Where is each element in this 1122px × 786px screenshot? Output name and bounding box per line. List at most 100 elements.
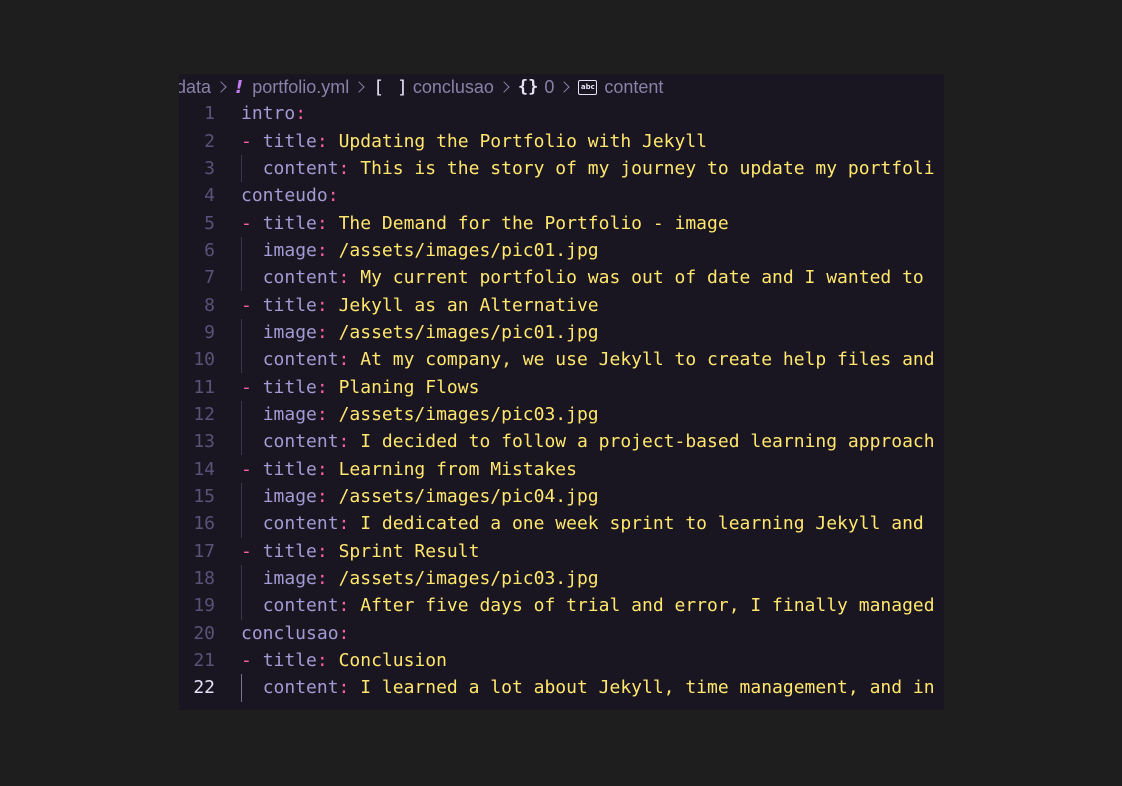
line-number: 4 xyxy=(204,185,215,207)
breadcrumb-item-index[interactable]: {} 0 xyxy=(518,77,555,98)
list-dash: - xyxy=(241,650,263,672)
code-text: image: /assets/images/pic01.jpg xyxy=(241,240,599,261)
code-line[interactable]: 22 content: I learned a lot about Jekyll… xyxy=(179,674,944,702)
line-number: 21 xyxy=(193,650,215,672)
code-text: - title: Jekyll as an Alternative xyxy=(241,295,599,316)
breadcrumb-item-file[interactable]: ! portfolio.yml xyxy=(235,77,349,98)
code-text: conclusao: xyxy=(241,623,349,644)
code-line[interactable]: 15 image: /assets/images/pic04.jpg xyxy=(179,482,944,511)
breadcrumb-label: portfolio.yml xyxy=(252,76,350,97)
code-line[interactable]: 13 content: I decided to follow a projec… xyxy=(179,428,944,456)
yaml-colon: : xyxy=(316,458,339,480)
yaml-value: Sprint Result xyxy=(338,540,480,562)
code-line[interactable]: 8 - title: Jekyll as an Alternative xyxy=(179,291,944,318)
code-text: content: I dedicated a one week sprint t… xyxy=(241,513,924,534)
yaml-key: title xyxy=(262,540,317,562)
code-text: - title: Conclusion xyxy=(241,650,447,671)
yaml-key: content xyxy=(262,677,339,699)
chevron-right-icon xyxy=(353,81,365,93)
yaml-value: The Demand for the Portfolio - image xyxy=(338,212,729,234)
line-number: 3 xyxy=(204,157,215,179)
code-line[interactable]: 9 image: /assets/images/pic01.jpg xyxy=(179,318,944,347)
yaml-colon: : xyxy=(316,239,339,261)
line-number: 13 xyxy=(193,431,215,453)
list-dash xyxy=(241,240,263,261)
breadcrumb: data ! portfolio.yml [ ] conclusao {} 0 … xyxy=(179,74,944,100)
breadcrumb-item-content[interactable]: abc content xyxy=(578,77,663,98)
yaml-key: image xyxy=(262,321,317,343)
code-line[interactable]: 7 content: My current portfolio was out … xyxy=(179,264,944,292)
list-dash xyxy=(241,322,263,343)
code-line[interactable]: 3 content: This is the story of my journ… xyxy=(179,154,944,183)
indent-guide xyxy=(241,428,242,456)
yaml-colon: : xyxy=(316,568,339,590)
code-line[interactable]: 4 conteudo: xyxy=(179,182,944,209)
code-line[interactable]: 16 content: I dedicated a one week sprin… xyxy=(179,510,944,538)
code-line[interactable]: 20 conclusao: xyxy=(179,620,944,647)
list-dash xyxy=(241,431,263,452)
code-line[interactable]: 19 content: After five days of trial and… xyxy=(179,592,944,620)
list-dash: - xyxy=(241,212,263,234)
yaml-value: I decided to follow a project-based lear… xyxy=(360,431,935,453)
code-line[interactable]: 11 - title: Planing Flows xyxy=(179,373,944,400)
yaml-value: /assets/images/pic01.jpg xyxy=(338,239,599,261)
yaml-value: I dedicated a one week sprint to learnin… xyxy=(360,513,924,535)
indent-guide xyxy=(241,592,242,620)
yaml-key: content xyxy=(262,267,339,289)
line-number: 18 xyxy=(193,568,215,590)
code-text: content: My current portfolio was out of… xyxy=(241,267,924,288)
indent-guide xyxy=(241,510,242,538)
yaml-key: title xyxy=(262,212,317,234)
list-dash xyxy=(241,595,263,616)
code-line[interactable]: 17 - title: Sprint Result xyxy=(179,538,944,565)
code-line[interactable]: 1 intro: xyxy=(179,100,944,127)
yaml-colon: : xyxy=(338,595,361,617)
list-dash xyxy=(241,158,263,179)
indent-guide xyxy=(241,264,242,292)
code-line[interactable]: 2 - title: Updating the Portfolio with Je… xyxy=(179,127,944,154)
yaml-key: content xyxy=(262,431,339,453)
code-line[interactable]: 14 - title: Learning from Mistakes xyxy=(179,455,944,482)
code-line[interactable]: 5 - title: The Demand for the Portfolio -… xyxy=(179,209,944,236)
code-line[interactable]: 21 - title: Conclusion xyxy=(179,647,944,674)
list-dash: - xyxy=(241,458,263,480)
code-text: image: /assets/images/pic03.jpg xyxy=(241,568,599,589)
indent-guide xyxy=(241,318,242,347)
line-number: 15 xyxy=(193,485,215,507)
code-lines[interactable]: 1 intro: 2 - title: Updating the Portfolio … xyxy=(179,100,944,702)
line-number: 5 xyxy=(204,212,215,234)
yaml-colon: : xyxy=(295,103,307,125)
line-number: 16 xyxy=(193,513,215,535)
line-number: 11 xyxy=(193,376,215,398)
code-line[interactable]: 18 image: /assets/images/pic03.jpg xyxy=(179,564,944,593)
line-number: 22 xyxy=(193,677,215,699)
yaml-key: title xyxy=(262,458,317,480)
yaml-key: title xyxy=(262,650,317,672)
list-dash: - xyxy=(241,294,263,316)
code-line[interactable]: 6 image: /assets/images/pic01.jpg xyxy=(179,236,944,265)
line-number: 14 xyxy=(193,458,215,480)
yaml-key: image xyxy=(262,568,317,590)
list-dash xyxy=(241,404,263,425)
array-brackets-icon: [ ] xyxy=(373,76,409,98)
indent-guide xyxy=(241,346,242,374)
yaml-value: Planing Flows xyxy=(338,376,480,398)
code-editor[interactable]: data ! portfolio.yml [ ] conclusao {} 0 … xyxy=(179,74,944,710)
yaml-value: Updating the Portfolio with Jekyll xyxy=(338,130,708,152)
yaml-key: conclusao xyxy=(241,622,339,644)
yaml-value: /assets/images/pic01.jpg xyxy=(338,321,599,343)
line-number: 7 xyxy=(204,267,215,289)
code-text: - title: Learning from Mistakes xyxy=(241,459,577,480)
line-number: 10 xyxy=(193,349,215,371)
yaml-key: image xyxy=(262,485,317,507)
code-line[interactable]: 12 image: /assets/images/pic03.jpg xyxy=(179,400,944,429)
string-abc-icon: abc xyxy=(578,79,598,95)
code-line[interactable]: 10 content: At my company, we use Jekyll… xyxy=(179,346,944,374)
yaml-colon: : xyxy=(338,157,361,179)
object-braces-icon: {} xyxy=(517,77,539,97)
line-number: 2 xyxy=(204,130,215,152)
yaml-value: Learning from Mistakes xyxy=(338,458,577,480)
list-dash: - xyxy=(241,130,263,152)
breadcrumb-item-data[interactable]: data xyxy=(179,77,211,98)
breadcrumb-item-conclusao[interactable]: [ ] conclusao xyxy=(373,77,494,98)
